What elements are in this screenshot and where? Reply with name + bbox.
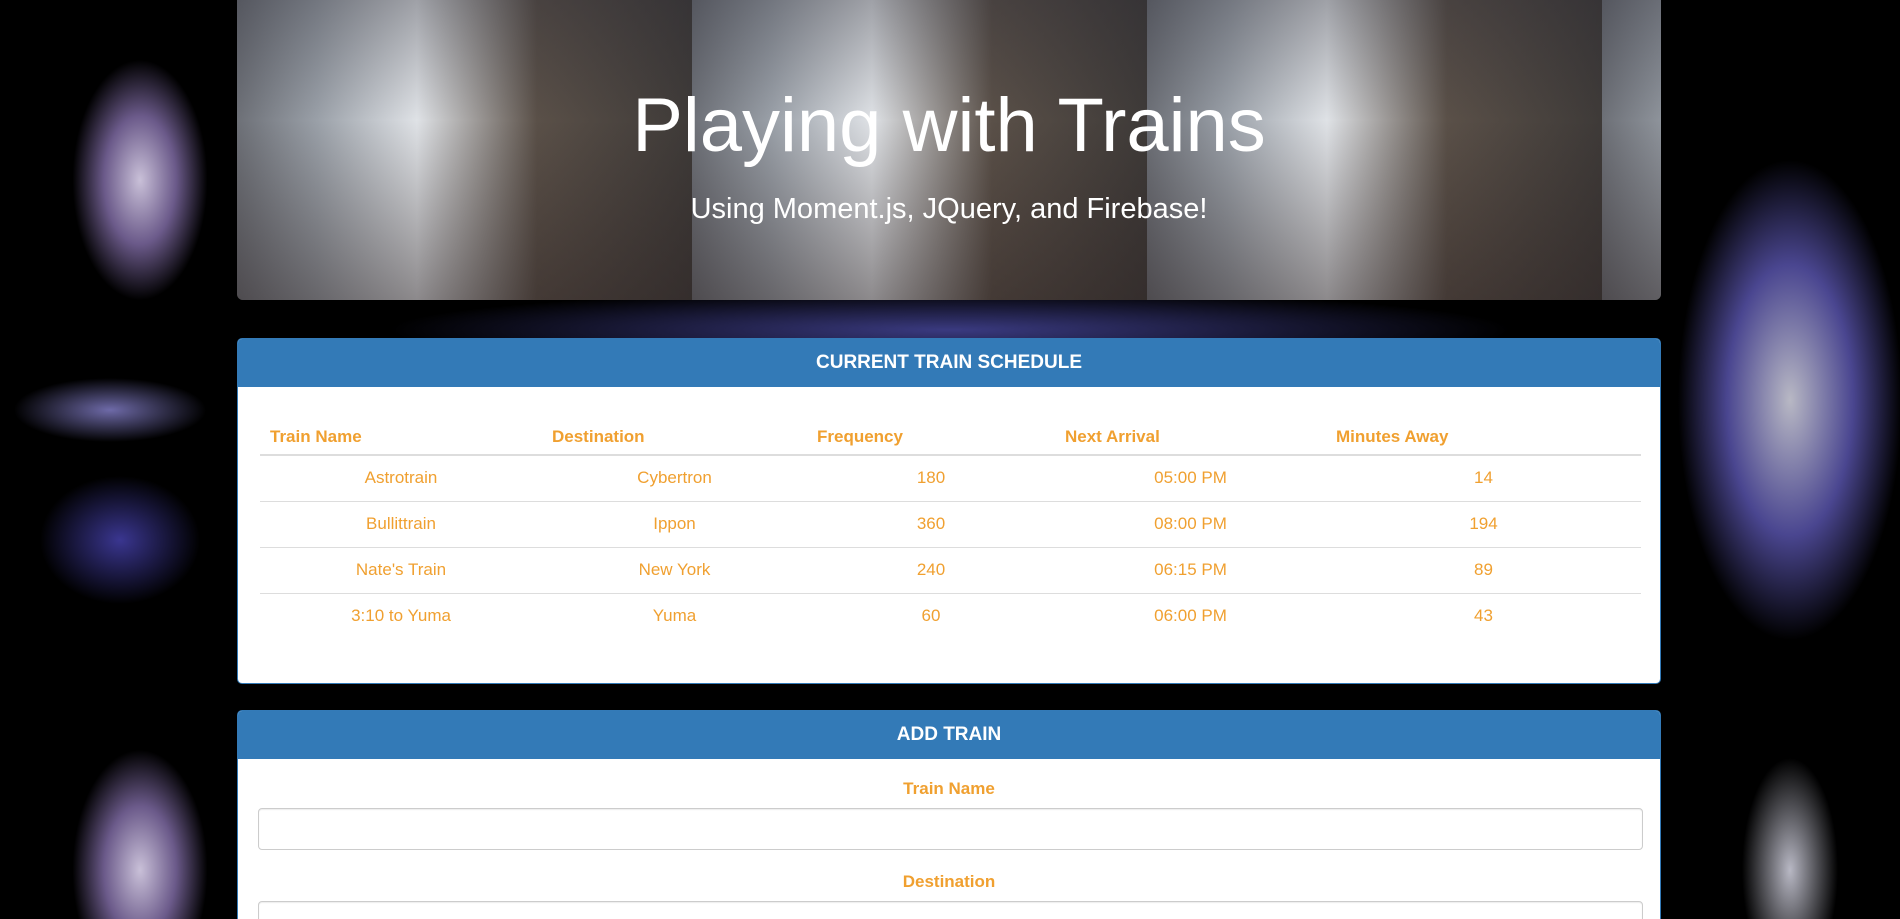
destination-input[interactable] <box>258 901 1643 919</box>
table-cell: 06:00 PM <box>1055 592 1326 639</box>
table-row: Astrotrain Cybertron 180 05:00 PM 14 <box>260 455 1641 501</box>
col-minutes-away: Minutes Away <box>1326 419 1641 456</box>
col-frequency: Frequency <box>807 419 1055 456</box>
table-cell: Astrotrain <box>364 468 438 488</box>
table-cell: 06:15 PM <box>1055 546 1326 593</box>
table-row: Bullittrain Ippon 360 08:00 PM 194 <box>260 500 1641 547</box>
table-cell: 3:10 to Yuma <box>260 592 542 639</box>
table-row: Nate's Train New York 240 06:15 PM 89 <box>260 546 1641 593</box>
page-subtitle: Using Moment.js, JQuery, and Firebase! <box>690 193 1208 225</box>
train-name-input[interactable] <box>258 808 1643 850</box>
schedule-table: Train Name Destination Frequency Next Ar… <box>260 419 1641 639</box>
table-cell: 43 <box>1326 592 1641 639</box>
destination-label: Destination <box>902 872 996 891</box>
table-cell: Nate's Train <box>260 546 542 593</box>
table-cell: 08:00 PM <box>1055 500 1326 547</box>
table-row: 3:10 to Yuma Yuma 60 06:00 PM 43 <box>260 592 1641 639</box>
col-destination: Destination <box>542 419 807 456</box>
train-name-label: Train Name <box>903 779 995 798</box>
table-cell: 240 <box>807 546 1055 593</box>
schedule-panel-title: CURRENT TRAIN SCHEDULE <box>238 339 1660 387</box>
schedule-panel: CURRENT TRAIN SCHEDULE Train Name Destin… <box>237 338 1661 684</box>
add-train-panel-title: ADD TRAIN <box>238 711 1660 759</box>
table-cell: 360 <box>807 500 1055 547</box>
table-cell: 60 <box>807 592 1055 639</box>
table-cell: New York <box>542 546 807 593</box>
page-title: Playing with Trains <box>632 83 1266 168</box>
table-cell: 194 <box>1326 500 1641 547</box>
table-cell: 14 <box>1474 468 1493 488</box>
table-cell: Cybertron <box>637 468 712 488</box>
col-train-name: Train Name <box>260 419 542 456</box>
jumbotron-banner: Playing with Trains Using Moment.js, JQu… <box>237 0 1661 300</box>
table-cell: Bullittrain <box>260 500 542 547</box>
table-cell: 89 <box>1326 546 1641 593</box>
table-cell: 05:00 PM <box>1154 468 1227 488</box>
add-train-panel: ADD TRAIN Train Name Destination <box>237 710 1661 919</box>
table-cell: Yuma <box>542 592 807 639</box>
col-next-arrival: Next Arrival <box>1055 419 1326 456</box>
table-cell: Ippon <box>542 500 807 547</box>
table-cell: 180 <box>916 468 946 488</box>
